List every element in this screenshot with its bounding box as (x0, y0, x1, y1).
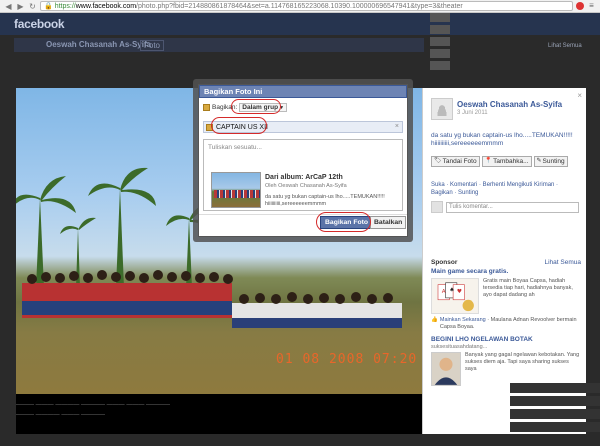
url-host: www.facebook.com (75, 2, 137, 10)
thumbnail (510, 409, 600, 419)
see-all-link[interactable]: Lihat Semua (545, 259, 582, 266)
profile-name[interactable]: Oeswah Chasanah As-Syifa (46, 40, 151, 49)
highlight-ring (316, 212, 371, 232)
comment-input[interactable]: Tulis komentar... (446, 201, 579, 213)
compose-placeholder: Tuliskan sesuatu... (208, 144, 262, 151)
list-item (430, 60, 590, 70)
album-prefix: Dari album: (265, 174, 304, 181)
dialog-divider (199, 214, 407, 215)
list-item (430, 12, 590, 22)
ad-image[interactable]: A ♠ ♥ (431, 278, 479, 314)
attachment-description: da satu yg bukan captain-us lho.....TEMU… (265, 194, 385, 207)
play-now-link[interactable]: Mainkan Sekarang (440, 317, 486, 323)
svg-text:♠: ♠ (449, 286, 454, 293)
svg-text:A: A (442, 289, 446, 295)
background-sidebar (430, 10, 590, 90)
facebook-logo[interactable]: facebook (14, 17, 65, 31)
photo-date-stamp: 01 08 2008 07:20 (276, 352, 418, 367)
close-icon[interactable]: × (395, 123, 399, 130)
share-icon (203, 104, 210, 111)
back-icon[interactable]: ◀ (4, 2, 13, 11)
compose-area[interactable]: Tuliskan sesuatu... Dari album: ArCaP 12… (203, 139, 403, 211)
photo-caption: da satu yg bukan captain-us lho.....TEMU… (431, 132, 573, 147)
avatar[interactable] (431, 98, 453, 120)
thumbnail (430, 36, 450, 46)
ad-image[interactable] (431, 352, 461, 386)
lock-icon: 🔒 (44, 3, 53, 10)
list-item (430, 48, 590, 58)
group-of-students (22, 270, 402, 328)
pencil-icon: ✎ (536, 158, 542, 164)
thumbnail (510, 396, 600, 406)
svg-text:♥: ♥ (457, 288, 462, 295)
reload-icon[interactable]: ↻ (28, 2, 37, 11)
thumbnail (430, 48, 450, 58)
list-item (430, 36, 590, 46)
tab-photos[interactable]: Foto (140, 40, 165, 51)
photo-tools: 🏷 Tandai Foto 📍 Tambahka... ✎ Sunting (431, 156, 568, 167)
thumbnail (510, 383, 600, 393)
like-icon: 👍 (431, 317, 438, 323)
ad-text: Gratis main Boyaa Capsa, hadiah tersedia… (483, 278, 573, 298)
avatar (431, 201, 443, 213)
post-actions[interactable]: Suka · Komentari · Berhenti Mengikuti Ki… (431, 181, 581, 197)
thumbnail-crowd (214, 190, 260, 198)
pin-icon: 📍 (484, 158, 493, 164)
url-scheme: https:// (54, 2, 76, 10)
edit-button[interactable]: ✎ Sunting (533, 156, 568, 167)
ad-title[interactable]: Main game secara gratis. (431, 268, 508, 275)
dialog-title: Bagikan Foto Ini (199, 85, 407, 98)
sponsor-title: Sponsor (431, 259, 458, 266)
attachment-author: Oleh Oeswah Chasanah As-Syifa (265, 183, 347, 189)
close-icon[interactable]: × (577, 91, 582, 100)
album-name: ArCaP 12th (305, 174, 343, 181)
background-line: ——— ——— ———— ———— ——— ——— ———— (16, 402, 171, 408)
background-line: ——— ———— ——— ———— (16, 412, 106, 418)
thumbnail (430, 24, 450, 34)
forward-icon[interactable]: ▶ (16, 2, 25, 11)
cancel-button[interactable]: Batalkan (370, 216, 407, 229)
add-location-button[interactable]: 📍 Tambahka... (481, 156, 532, 167)
url-path: /photo.php?fbid=214880861878464&set=a.11… (136, 2, 463, 10)
highlight-ring (231, 99, 281, 114)
tag-photo-button[interactable]: 🏷 Tandai Foto (431, 156, 480, 167)
ad-title[interactable]: BEGINI LHO NGELAWAN BOTAK (431, 336, 533, 343)
sponsor-header: Sponsor Lihat Semua (431, 259, 581, 266)
extension-icon[interactable] (576, 2, 584, 10)
background-thumbs (510, 380, 600, 446)
attachment-thumbnail (211, 172, 261, 208)
ad-text: Banyak yang gagal ngelawan kebotakan. Ya… (465, 352, 580, 372)
edit-label: Sunting (542, 158, 565, 165)
share-photo-dialog: Bagikan Foto Ini Bagikan: Dalam grup▼ CA… (193, 79, 413, 242)
tag-icon: 🏷 (434, 158, 442, 164)
thumbnail (510, 422, 600, 432)
list-item (430, 24, 590, 34)
add-location-label: Tambahka... (493, 158, 529, 165)
dialog-body: Bagikan Foto Ini Bagikan: Dalam grup▼ CA… (198, 84, 408, 237)
highlight-ring (211, 117, 267, 134)
ad-social: 👍 Mainkan Sekarang · Maulana Adnan Revoo… (431, 317, 577, 330)
owner-name[interactable]: Oeswah Chasanah As-Syifa (457, 100, 562, 109)
thumbnail (430, 60, 450, 70)
comment-box: Tulis komentar... (431, 200, 579, 214)
post-date[interactable]: 3 Juni 2011 (457, 110, 488, 116)
thumbnail (430, 12, 450, 22)
attachment-title: Dari album: ArCaP 12th (265, 174, 343, 181)
tag-photo-label: Tandai Foto (442, 158, 477, 165)
ad-url: suksesituasahdatang... (431, 344, 488, 350)
background-footer: ——— ——— ———— ———— ——— ——— ———— ——— ———— … (16, 398, 416, 444)
